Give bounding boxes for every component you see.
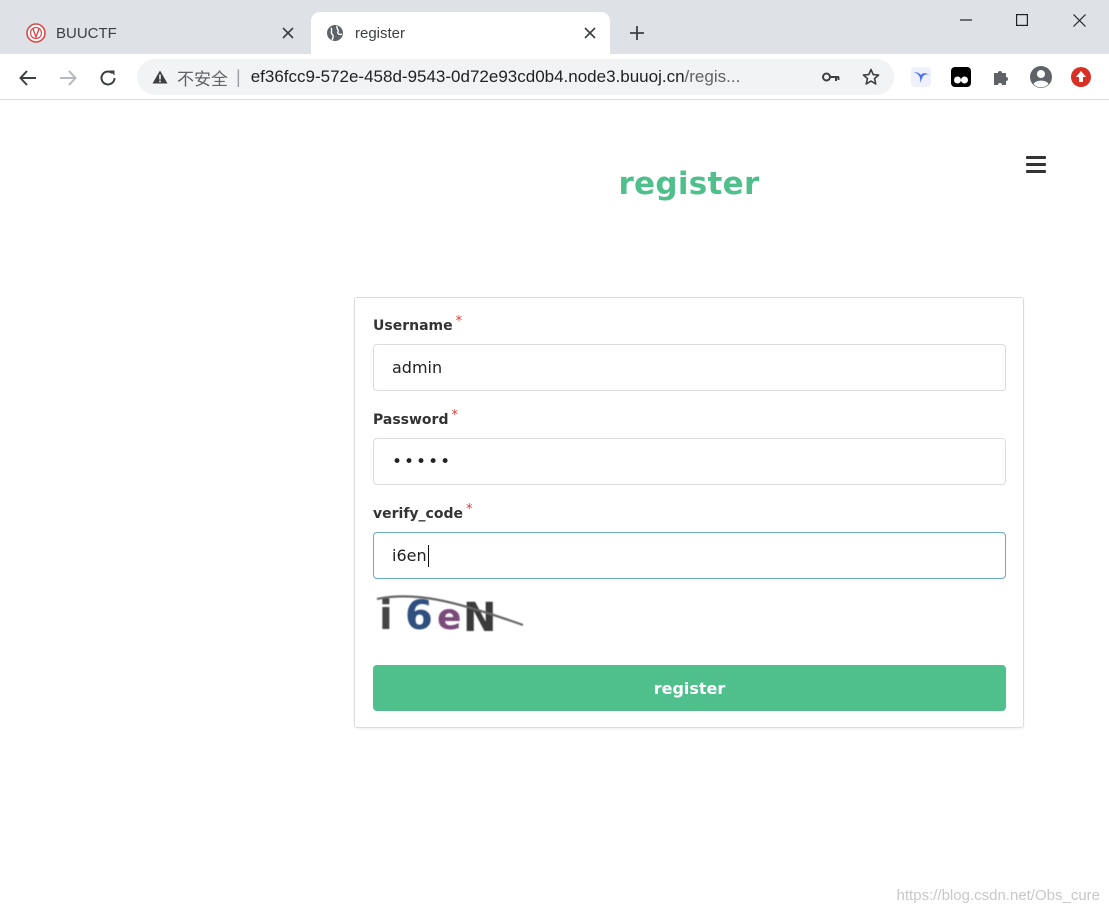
captcha-char-2: 6 <box>405 593 433 637</box>
close-icon <box>1072 13 1086 27</box>
page-title: register <box>618 166 760 202</box>
web-page: register Username * admin Password * •••••… <box>0 100 1109 910</box>
puzzle-extensions-icon[interactable] <box>989 65 1013 89</box>
buuctf-logo-icon <box>26 23 46 43</box>
key-icon[interactable] <box>821 67 841 87</box>
tab-title: BUUCTF <box>56 24 117 42</box>
tab-register[interactable]: register <box>311 12 610 54</box>
password-input[interactable]: ••••• <box>373 438 1006 485</box>
maximize-icon <box>1016 14 1028 26</box>
address-bar[interactable]: 不安全 | ef36fcc9-572e-458d-9543-0d72e93cd0… <box>137 59 894 95</box>
required-marker: * <box>455 314 463 329</box>
maximize-button[interactable] <box>999 4 1045 36</box>
hamburger-menu-icon[interactable] <box>1026 156 1046 174</box>
minimize-button[interactable] <box>943 4 989 36</box>
reload-button[interactable] <box>92 62 124 94</box>
back-button[interactable] <box>12 62 44 94</box>
bird-extension-icon[interactable] <box>909 65 933 89</box>
tab-close-icon[interactable] <box>276 21 300 45</box>
username-input[interactable]: admin <box>373 344 1006 391</box>
plus-icon <box>630 26 644 40</box>
text-caret <box>427 544 429 567</box>
profile-avatar-icon[interactable] <box>1029 65 1053 89</box>
browser-titlebar: BUUCTF register <box>0 0 1109 54</box>
username-label-text: Username <box>373 318 453 334</box>
watermark-text: https://blog.csdn.net/Obs_cure <box>896 887 1100 904</box>
forward-button[interactable] <box>52 62 84 94</box>
address-separator: | <box>236 66 241 87</box>
minimize-icon <box>960 19 972 21</box>
globe-icon <box>325 23 345 43</box>
required-marker: * <box>465 502 473 517</box>
username-value: admin <box>392 358 443 377</box>
password-label-text: Password <box>373 412 449 428</box>
reload-icon <box>100 70 116 86</box>
verify-code-label-text: verify_code <box>373 506 463 522</box>
verify-code-value: i6en <box>392 546 427 565</box>
tab-close-icon[interactable] <box>578 21 602 45</box>
url-text[interactable]: ef36fcc9-572e-458d-9543-0d72e93cd0b4.nod… <box>251 67 799 87</box>
required-marker: * <box>451 408 458 423</box>
warning-icon[interactable] <box>151 68 169 86</box>
password-label: Password * <box>373 408 458 428</box>
captcha-image[interactable]: i 6 e N <box>375 585 525 637</box>
register-form-card: Username * admin Password * ••••• verify_c… <box>354 297 1024 728</box>
captcha-char-1: i <box>379 593 393 637</box>
tampermonkey-icon[interactable] <box>949 65 973 89</box>
back-arrow-icon <box>19 70 36 86</box>
forward-arrow-icon <box>60 70 77 86</box>
tab-title: register <box>355 24 406 42</box>
verify-code-input[interactable]: i6en <box>373 532 1006 579</box>
update-icon[interactable] <box>1069 65 1093 89</box>
register-submit-button[interactable]: register <box>373 665 1006 711</box>
username-label: Username * <box>373 314 462 334</box>
captcha-char-4: N <box>463 595 496 637</box>
browser-toolbar: 不安全 | ef36fcc9-572e-458d-9543-0d72e93cd0… <box>0 54 1109 100</box>
tab-buuctf[interactable]: BUUCTF <box>10 12 308 54</box>
star-icon[interactable] <box>861 67 881 87</box>
verify-code-label: verify_code * <box>373 502 472 522</box>
security-status-label[interactable]: 不安全 <box>177 65 228 90</box>
new-tab-button[interactable] <box>622 18 652 48</box>
url-host: ef36fcc9-572e-458d-9543-0d72e93cd0b4.nod… <box>250 67 685 86</box>
url-path: /regis... <box>684 67 741 86</box>
password-value: ••••• <box>392 451 453 472</box>
close-window-button[interactable] <box>1056 4 1102 36</box>
